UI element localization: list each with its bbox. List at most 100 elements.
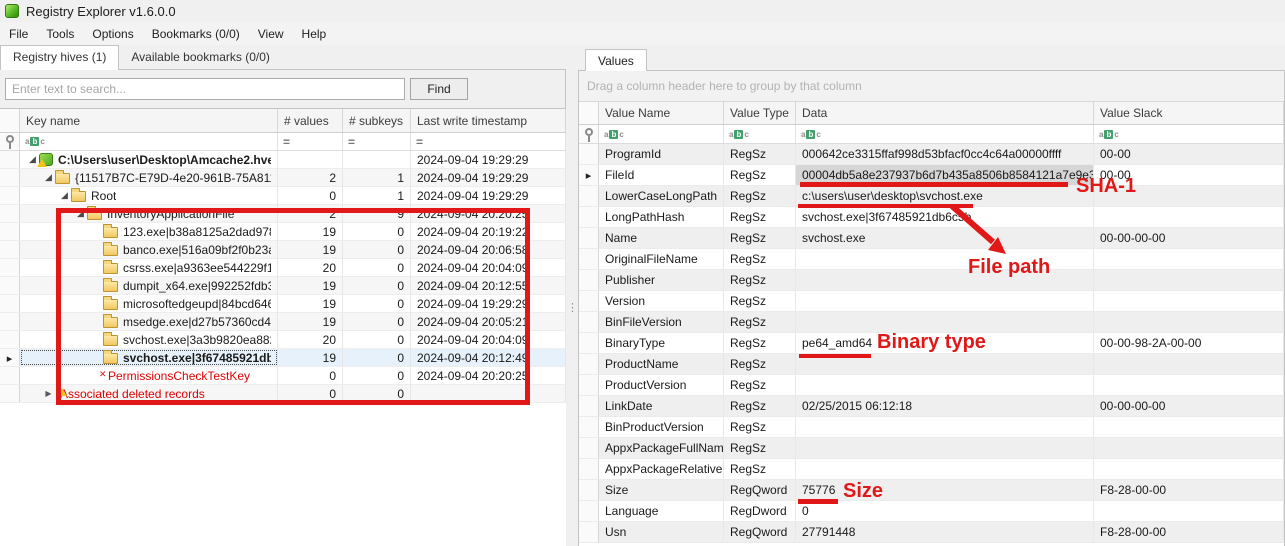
tree-values-count-cell: 19 bbox=[278, 241, 343, 258]
value-row[interactable]: NameRegSzsvchost.exe00-00-00-00 bbox=[579, 228, 1284, 249]
folder-icon bbox=[103, 263, 118, 274]
expanded-node-icon[interactable] bbox=[58, 190, 71, 201]
tree-row[interactable]: C:\Users\user\Desktop\Amcache2.hve2024-0… bbox=[0, 151, 566, 169]
value-row[interactable]: VersionRegSz bbox=[579, 291, 1284, 312]
tree-subkeys-count-cell: 0 bbox=[343, 313, 411, 330]
values-filter-name[interactable] bbox=[599, 125, 724, 143]
tree-filter-values[interactable] bbox=[278, 133, 343, 150]
tree-row[interactable]: csrss.exe|a9363ee544229f112002024-09-04 … bbox=[0, 259, 566, 277]
value-row[interactable]: UsnRegQword27791448F8-28-00-00 bbox=[579, 522, 1284, 543]
filter-key-icon bbox=[6, 135, 14, 143]
col-data[interactable]: Data bbox=[796, 102, 1094, 124]
tree-row[interactable]: svchost.exe|3f67485921db...1902024-09-04… bbox=[0, 349, 566, 367]
value-type-cell: RegSz bbox=[724, 291, 796, 311]
current-row-marker-icon bbox=[7, 351, 13, 365]
tree-lastwrite-cell: 2024-09-04 20:20:25 bbox=[411, 367, 566, 384]
tree-row[interactable]: 123.exe|b38a8125a2dad9781902024-09-04 20… bbox=[0, 223, 566, 241]
col-num-values[interactable]: # values bbox=[278, 109, 343, 132]
tree-row[interactable]: InventoryApplicationFile292024-09-04 20:… bbox=[0, 205, 566, 223]
col-num-subkeys[interactable]: # subkeys bbox=[343, 109, 411, 132]
value-row-gutter bbox=[579, 501, 599, 521]
value-row[interactable]: SizeRegQword75776F8-28-00-00 bbox=[579, 480, 1284, 501]
expanded-node-icon[interactable] bbox=[42, 172, 55, 183]
app-icon bbox=[5, 4, 19, 18]
panel-splitter[interactable]: ⋮ bbox=[567, 70, 578, 546]
value-row[interactable]: ProductVersionRegSz bbox=[579, 375, 1284, 396]
tree-lastwrite-cell: 2024-09-04 20:20:25 bbox=[411, 205, 566, 222]
value-type-cell: RegSz bbox=[724, 417, 796, 437]
value-row[interactable]: BinaryTypeRegSzpe64_amd6400-00-98-2A-00-… bbox=[579, 333, 1284, 354]
tree-row[interactable]: msedge.exe|d27b57360cd4a4cf1902024-09-04… bbox=[0, 313, 566, 331]
value-row[interactable]: LinkDateRegSz02/25/2015 06:12:1800-00-00… bbox=[579, 396, 1284, 417]
tree-key-name-cell: {11517B7C-E79D-4e20-961B-75A811715... bbox=[20, 169, 278, 186]
value-row[interactable]: OriginalFileNameRegSz bbox=[579, 249, 1284, 270]
tree-row[interactable]: {11517B7C-E79D-4e20-961B-75A811715...212… bbox=[0, 169, 566, 187]
values-filter-slack[interactable] bbox=[1094, 125, 1284, 143]
value-row[interactable]: BinFileVersionRegSz bbox=[579, 312, 1284, 333]
menu-options[interactable]: Options bbox=[83, 22, 142, 45]
col-key-name[interactable]: Key name bbox=[20, 109, 278, 132]
menu-help[interactable]: Help bbox=[293, 22, 336, 45]
value-slack-cell bbox=[1094, 312, 1284, 332]
group-by-bar[interactable]: Drag a column header here to group by th… bbox=[579, 71, 1284, 102]
value-row[interactable]: LongPathHashRegSzsvchost.exe|3f67485921d… bbox=[579, 207, 1284, 228]
menu-bookmarks[interactable]: Bookmarks (0/0) bbox=[143, 22, 249, 45]
col-value-type[interactable]: Value Type bbox=[724, 102, 796, 124]
tab-available-bookmarks[interactable]: Available bookmarks (0/0) bbox=[119, 46, 282, 69]
folder-icon bbox=[103, 353, 118, 364]
menu-file[interactable]: File bbox=[0, 22, 37, 45]
value-data-cell: 00004db5a8e237937b6d7b435a8506b8584121a7… bbox=[796, 165, 1094, 185]
col-last-write[interactable]: Last write timestamp bbox=[411, 109, 566, 132]
tree-filter-lastwrite[interactable] bbox=[411, 133, 566, 150]
tree-key-name-cell: msedge.exe|d27b57360cd4a4cf bbox=[20, 313, 278, 330]
value-row[interactable]: ProgramIdRegSz000642ce3315ffaf998d53bfac… bbox=[579, 144, 1284, 165]
value-row[interactable]: FileIdRegSz00004db5a8e237937b6d7b435a850… bbox=[579, 165, 1284, 186]
value-row-gutter bbox=[579, 312, 599, 332]
abc-filter-icon bbox=[729, 130, 749, 139]
value-row[interactable]: ProductNameRegSz bbox=[579, 354, 1284, 375]
values-filter-type[interactable] bbox=[724, 125, 796, 143]
value-type-cell: RegSz bbox=[724, 375, 796, 395]
search-input[interactable] bbox=[5, 78, 405, 100]
abc-filter-icon bbox=[1099, 130, 1119, 139]
value-slack-cell: 00-00-00-00 bbox=[1094, 396, 1284, 416]
value-row-gutter bbox=[579, 333, 599, 353]
tree-row-gutter bbox=[0, 187, 20, 204]
value-row[interactable]: LowerCaseLongPathRegSzc:\users\user\desk… bbox=[579, 186, 1284, 207]
tree-row[interactable]: PermissionsCheckTestKey002024-09-04 20:2… bbox=[0, 367, 566, 385]
tree-row[interactable]: dumpit_x64.exe|992252fdb3743...1902024-0… bbox=[0, 277, 566, 295]
tree-row[interactable]: microsoftedgeupd|84bcd64699b1...1902024-… bbox=[0, 295, 566, 313]
values-filter-data[interactable] bbox=[796, 125, 1094, 143]
col-value-name[interactable]: Value Name bbox=[599, 102, 724, 124]
tree-row[interactable]: svchost.exe|3a3b9820ea882eb42002024-09-0… bbox=[0, 331, 566, 349]
tree-row[interactable]: Associated deleted records00 bbox=[0, 385, 566, 403]
value-data-cell bbox=[796, 438, 1094, 458]
menu-view[interactable]: View bbox=[249, 22, 293, 45]
value-row-gutter bbox=[579, 480, 599, 500]
value-row[interactable]: BinProductVersionRegSz bbox=[579, 417, 1284, 438]
tree-values-count-cell: 0 bbox=[278, 187, 343, 204]
tree-key-name-cell: InventoryApplicationFile bbox=[20, 205, 278, 222]
value-row[interactable]: LanguageRegDword0 bbox=[579, 501, 1284, 522]
tree-row[interactable]: banco.exe|516a09bf2f0b23a21902024-09-04 … bbox=[0, 241, 566, 259]
value-row[interactable]: PublisherRegSz bbox=[579, 270, 1284, 291]
value-row[interactable]: AppxPackageFullNameRegSz bbox=[579, 438, 1284, 459]
tab-values[interactable]: Values bbox=[585, 49, 647, 72]
tree-row-gutter bbox=[0, 277, 20, 294]
find-button[interactable]: Find bbox=[410, 78, 468, 100]
tree-row[interactable]: Root012024-09-04 19:29:29 bbox=[0, 187, 566, 205]
tree-filter-subkeys[interactable] bbox=[343, 133, 411, 150]
menu-tools[interactable]: Tools bbox=[37, 22, 83, 45]
key-tree-grid: Key name # values # subkeys Last write t… bbox=[0, 108, 566, 546]
splitter-handle-icon: ⋮ bbox=[567, 306, 578, 310]
value-data-cell: 000642ce3315ffaf998d53bfacf0cc4c64a00000… bbox=[796, 144, 1094, 164]
value-slack-cell bbox=[1094, 417, 1284, 437]
tab-registry-hives[interactable]: Registry hives (1) bbox=[0, 45, 119, 70]
col-value-slack[interactable]: Value Slack bbox=[1094, 102, 1284, 124]
value-data-cell: pe64_amd64 bbox=[796, 333, 1094, 353]
value-row[interactable]: AppxPackageRelativeIdRegSz bbox=[579, 459, 1284, 480]
collapsed-node-icon[interactable] bbox=[42, 389, 55, 398]
tree-subkeys-count-cell: 0 bbox=[343, 277, 411, 294]
tree-filter-keyname[interactable] bbox=[20, 133, 278, 150]
expanded-node-icon[interactable] bbox=[74, 208, 87, 219]
